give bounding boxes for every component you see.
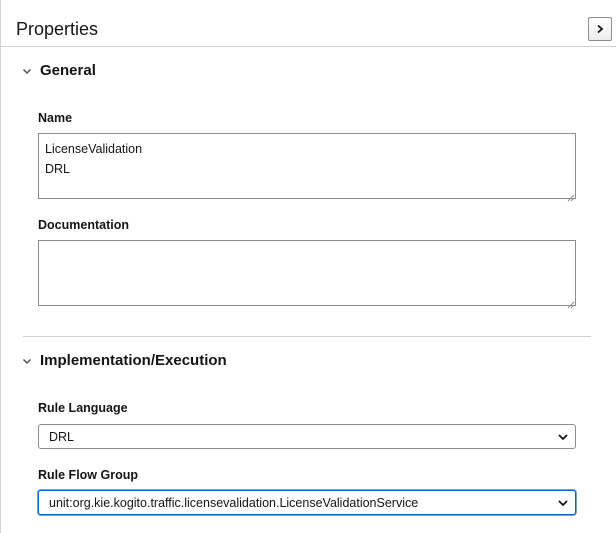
resize-grip-icon[interactable] — [566, 189, 575, 202]
resize-grip-icon[interactable] — [566, 296, 575, 309]
name-label: Name — [38, 111, 73, 125]
chevron-right-icon — [595, 24, 605, 34]
section-implementation-title: Implementation/Execution — [40, 351, 227, 369]
section-implementation-toggle[interactable]: Implementation/Execution — [21, 348, 227, 372]
name-textarea[interactable] — [38, 133, 576, 199]
name-field-wrap — [38, 133, 576, 202]
panel-title: Properties — [16, 19, 99, 39]
rule-flow-group-value: unit:org.kie.kogito.traffic.licensevalid… — [49, 495, 419, 510]
rule-language-select[interactable]: DRL — [38, 424, 576, 449]
section-general-title: General — [40, 61, 96, 79]
rule-flow-group-select[interactable]: unit:org.kie.kogito.traffic.licensevalid… — [38, 490, 576, 515]
properties-panel: Properties General Name Documentation — [0, 0, 616, 533]
documentation-label: Documentation — [38, 218, 129, 232]
documentation-field-wrap — [38, 240, 576, 309]
section-divider — [23, 336, 591, 337]
collapse-panel-button[interactable] — [588, 17, 612, 41]
section-general-toggle[interactable]: General — [21, 58, 96, 82]
chevron-down-icon — [21, 354, 33, 366]
documentation-textarea[interactable] — [38, 240, 576, 306]
chevron-down-icon — [21, 64, 33, 76]
rule-flow-group-label: Rule Flow Group — [38, 468, 138, 482]
rule-language-value: DRL — [49, 429, 75, 444]
rule-language-label: Rule Language — [38, 401, 128, 415]
chevron-down-icon — [557, 497, 569, 509]
chevron-down-icon — [557, 431, 569, 443]
properties-header: Properties — [1, 0, 616, 47]
